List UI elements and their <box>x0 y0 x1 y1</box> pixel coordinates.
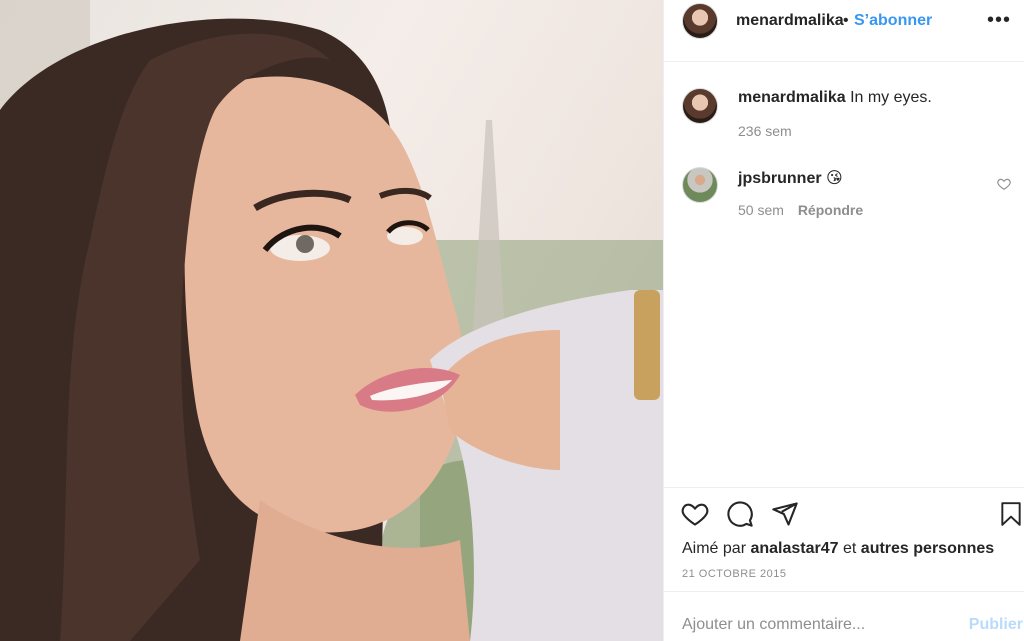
heart-icon[interactable] <box>680 500 710 528</box>
instagram-post: menardmalika • S’abonner ••• menardmalik… <box>0 0 1024 641</box>
commenter-username[interactable]: jpsbrunner <box>738 170 822 187</box>
post-photo[interactable] <box>0 0 663 641</box>
publish-button[interactable]: Publier <box>969 616 1023 634</box>
follow-button[interactable]: S’abonner <box>854 12 932 30</box>
comment-age[interactable]: 50 sem <box>738 202 784 218</box>
caption-avatar[interactable] <box>682 88 718 124</box>
bookmark-icon[interactable] <box>998 500 1024 528</box>
caption-age[interactable]: 236 sem <box>738 123 792 139</box>
likes-connector: et <box>843 540 857 557</box>
post-header: menardmalika • S’abonner ••• <box>664 0 1024 62</box>
add-comment-bar: Ajouter un commentaire... Publier <box>664 591 1024 641</box>
comment-text: 😘 <box>826 170 843 187</box>
post-sidebar: menardmalika • S’abonner ••• menardmalik… <box>663 0 1024 641</box>
portrait-illustration <box>0 0 663 641</box>
likes-prefix: Aimé par <box>682 540 747 557</box>
author-avatar[interactable] <box>682 3 718 39</box>
caption-text: In my eyes. <box>850 89 932 106</box>
likes-others[interactable]: autres personnes <box>861 540 994 557</box>
comment-text-line: jpsbrunner 😘 <box>738 168 843 188</box>
likes-user[interactable]: analastar47 <box>750 540 838 557</box>
comment-like-heart-icon[interactable] <box>997 177 1011 191</box>
comment-icon[interactable] <box>725 500 755 528</box>
caption-text-line: menardmalika In my eyes. <box>738 89 932 107</box>
post-date[interactable]: 21 OCTOBRE 2015 <box>682 568 787 580</box>
caption-username[interactable]: menardmalika <box>738 89 846 106</box>
reply-button[interactable]: Répondre <box>798 202 863 218</box>
caption-meta: 236 sem <box>738 123 792 139</box>
author-username[interactable]: menardmalika <box>736 12 844 30</box>
likes-summary: Aimé par analastar47 et autres personnes <box>682 540 994 558</box>
share-icon[interactable] <box>771 500 799 528</box>
more-dots-icon[interactable]: ••• <box>987 10 1011 30</box>
comment-meta: 50 sem Répondre <box>738 202 863 218</box>
comment-input[interactable]: Ajouter un commentaire... <box>682 616 865 634</box>
commenter-avatar[interactable] <box>682 167 718 203</box>
header-separator: • <box>843 12 849 29</box>
